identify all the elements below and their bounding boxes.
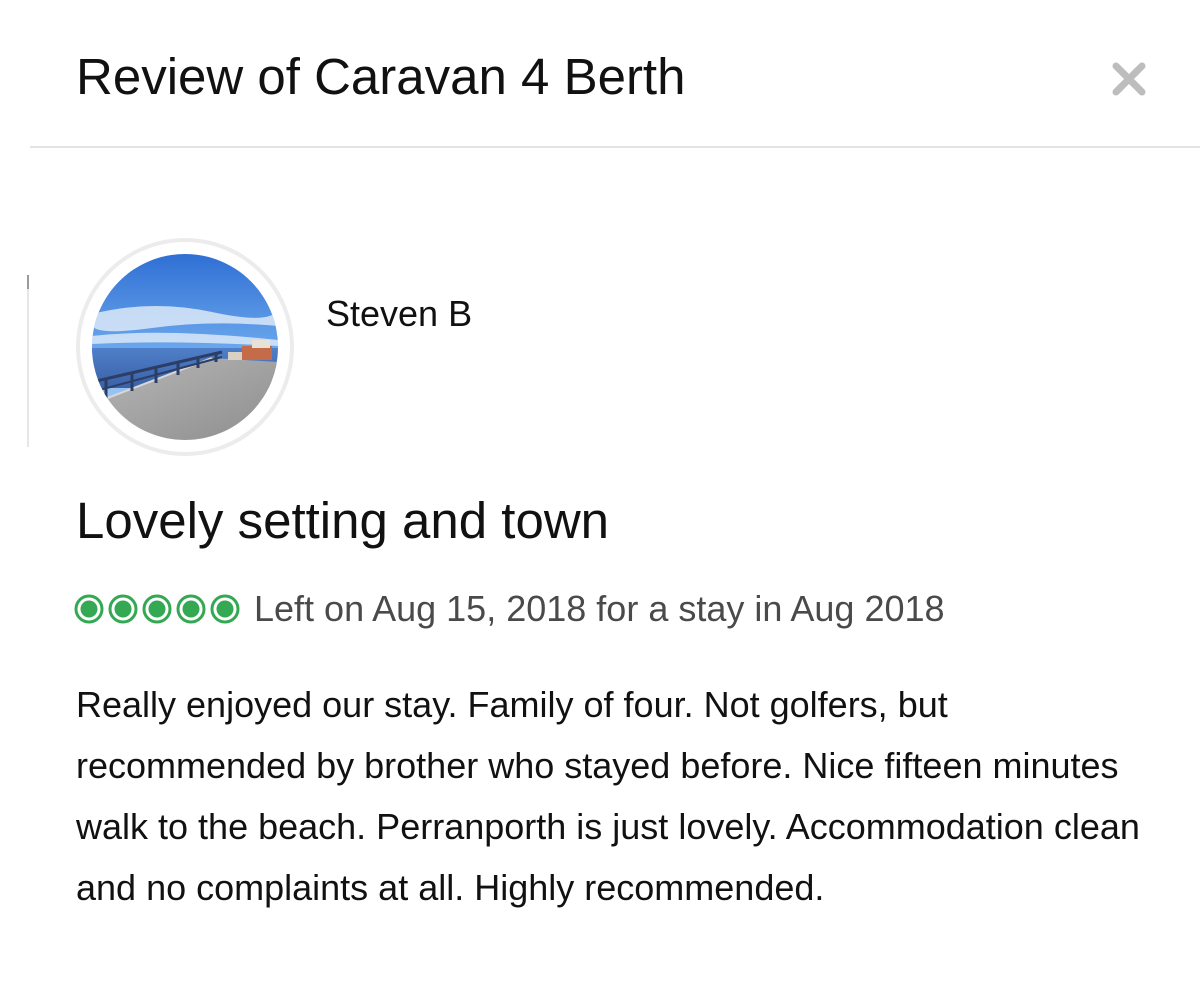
review-body: Really enjoyed our stay. Family of four.… xyxy=(76,684,1140,908)
rating-bubble-icon xyxy=(176,594,206,624)
rating-bubbles xyxy=(74,586,244,632)
close-button[interactable] xyxy=(1108,58,1150,100)
modal-title: Review of Caravan 4 Berth xyxy=(76,48,686,105)
scroll-edge-indicator xyxy=(27,275,29,447)
review-date-meta: Left on Aug 15, 2018 for a stay in Aug 2… xyxy=(254,588,945,629)
review-modal: Review of Caravan 4 Berth Steven B Lovel… xyxy=(0,0,1200,983)
review-title: Lovely setting and town xyxy=(76,492,610,549)
rating-bubble-icon xyxy=(108,594,138,624)
modal-header: Review of Caravan 4 Berth xyxy=(0,0,1200,148)
rating-bubble-icon xyxy=(210,594,240,624)
rating-bubble-icon xyxy=(74,594,104,624)
reviewer-avatar[interactable] xyxy=(76,238,294,456)
rating-row: Left on Aug 15, 2018 for a stay in Aug 2… xyxy=(74,586,945,632)
avatar-photo xyxy=(92,254,278,440)
header-divider xyxy=(30,146,1200,148)
reviewer-name[interactable]: Steven B xyxy=(326,292,472,336)
rating-bubble-icon xyxy=(142,594,172,624)
close-icon xyxy=(1112,62,1146,96)
